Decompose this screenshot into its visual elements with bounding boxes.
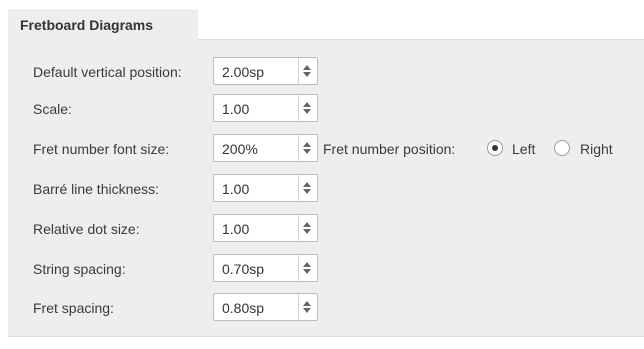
spin-up-arrow-icon[interactable] — [303, 222, 311, 227]
spinbox-arrows-icon[interactable] — [298, 95, 317, 121]
spin-up-arrow-icon[interactable] — [303, 142, 311, 147]
row-scale: Scale: 1.00 — [8, 94, 644, 124]
spin-down-arrow-icon[interactable] — [303, 189, 311, 194]
spinbox-arrows-icon[interactable] — [298, 294, 317, 320]
fret-number-font-size-value[interactable]: 200% — [222, 141, 258, 157]
row-relative-dot-size: Relative dot size: 1.00 — [8, 214, 644, 244]
group-header-tab: Fretboard Diagrams — [8, 10, 198, 41]
fret-spacing-value[interactable]: 0.80sp — [222, 300, 264, 316]
fret-number-position-left-radio[interactable] — [487, 140, 503, 156]
row-barre-line-thickness: Barré line thickness: 1.00 — [8, 174, 644, 204]
fret-number-position-right-label[interactable]: Right — [580, 141, 613, 157]
relative-dot-size-value[interactable]: 1.00 — [222, 221, 249, 237]
row-fret-number-font-size: Fret number font size: 200% Fret number … — [8, 134, 644, 164]
radio-selected-dot-icon — [492, 145, 498, 151]
fret-spacing-spinbox[interactable]: 0.80sp — [213, 293, 318, 321]
spin-down-arrow-icon[interactable] — [303, 109, 311, 114]
spinbox-arrows-icon[interactable] — [298, 135, 317, 161]
fretboard-diagrams-group: Default vertical position: 2.00sp Scale:… — [8, 40, 644, 337]
row-string-spacing: String spacing: 0.70sp — [8, 254, 644, 284]
scale-value[interactable]: 1.00 — [222, 101, 249, 117]
relative-dot-size-spinbox[interactable]: 1.00 — [213, 214, 318, 242]
string-spacing-label: String spacing: — [33, 261, 126, 277]
string-spacing-spinbox[interactable]: 0.70sp — [213, 254, 318, 282]
row-fret-spacing: Fret spacing: 0.80sp — [8, 293, 644, 323]
row-default-vertical-position: Default vertical position: 2.00sp — [8, 57, 644, 87]
fret-number-font-size-label: Fret number font size: — [33, 141, 170, 157]
fret-number-position-left-label[interactable]: Left — [512, 141, 535, 157]
scale-label: Scale: — [33, 101, 72, 117]
fret-spacing-label: Fret spacing: — [33, 300, 114, 316]
spin-up-arrow-icon[interactable] — [303, 182, 311, 187]
spin-up-arrow-icon[interactable] — [303, 301, 311, 306]
spin-down-arrow-icon[interactable] — [303, 308, 311, 313]
relative-dot-size-label: Relative dot size: — [33, 221, 140, 237]
fret-number-font-size-spinbox[interactable]: 200% — [213, 134, 318, 162]
string-spacing-value[interactable]: 0.70sp — [222, 261, 264, 277]
spin-down-arrow-icon[interactable] — [303, 269, 311, 274]
barre-line-thickness-spinbox[interactable]: 1.00 — [213, 174, 318, 202]
barre-line-thickness-value[interactable]: 1.00 — [222, 181, 249, 197]
spin-up-arrow-icon[interactable] — [303, 102, 311, 107]
spinbox-arrows-icon[interactable] — [298, 255, 317, 281]
spinbox-arrows-icon[interactable] — [298, 175, 317, 201]
default-vertical-position-value[interactable]: 2.00sp — [222, 64, 264, 80]
spin-down-arrow-icon[interactable] — [303, 149, 311, 154]
spin-down-arrow-icon[interactable] — [303, 72, 311, 77]
scale-spinbox[interactable]: 1.00 — [213, 94, 318, 122]
default-vertical-position-spinbox[interactable]: 2.00sp — [213, 57, 318, 85]
spinbox-arrows-icon[interactable] — [298, 58, 317, 84]
spin-down-arrow-icon[interactable] — [303, 229, 311, 234]
spin-up-arrow-icon[interactable] — [303, 65, 311, 70]
default-vertical-position-label: Default vertical position: — [33, 64, 182, 80]
spin-up-arrow-icon[interactable] — [303, 262, 311, 267]
fret-number-position-right-radio[interactable] — [554, 140, 570, 156]
barre-line-thickness-label: Barré line thickness: — [33, 181, 160, 197]
group-title: Fretboard Diagrams — [20, 17, 154, 33]
fret-number-position-label: Fret number position: — [323, 141, 456, 157]
spinbox-arrows-icon[interactable] — [298, 215, 317, 241]
